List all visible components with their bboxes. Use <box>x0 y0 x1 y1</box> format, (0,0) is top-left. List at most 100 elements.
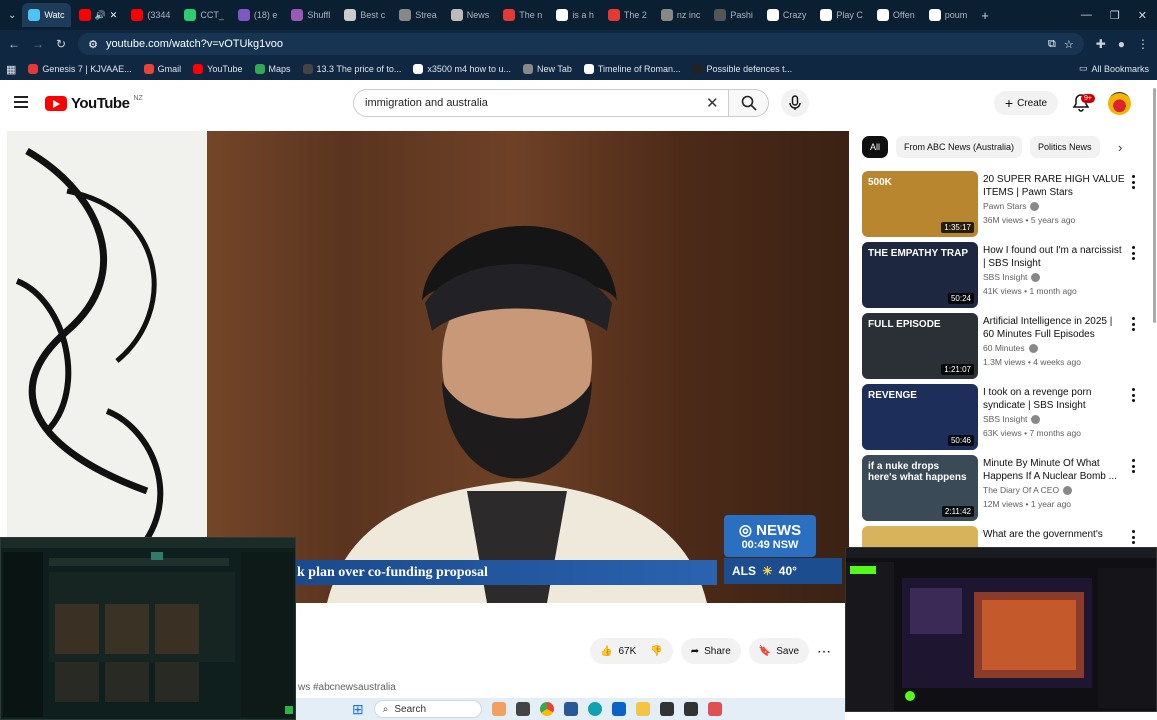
video-thumbnail[interactable]: if a nuke drops here's what happens 2:11:… <box>862 455 978 521</box>
recommended-video[interactable]: if a nuke drops here's what happens 2:11:… <box>862 455 1152 521</box>
bookmark-item[interactable]: New Tab <box>522 64 572 74</box>
more-options-icon[interactable] <box>1130 459 1136 473</box>
video-title[interactable]: What are the government's <box>983 528 1125 541</box>
tab[interactable]: Crazy <box>761 3 813 27</box>
filter-chip[interactable]: Politics News <box>1030 136 1100 158</box>
account-avatar[interactable] <box>1108 92 1131 115</box>
apps-grid-icon[interactable]: ▦ <box>6 63 16 76</box>
maximize-icon[interactable]: ❐ <box>1110 9 1120 22</box>
recording-app-icon[interactable] <box>707 702 722 716</box>
tab[interactable]: Strea <box>393 3 443 27</box>
tab[interactable]: News <box>445 3 496 27</box>
video-thumbnail[interactable]: 500K 1:35:17 <box>862 171 978 237</box>
windows-start-icon[interactable]: ⊞ <box>352 701 364 718</box>
channel-name[interactable]: 60 Minutes <box>983 343 1025 353</box>
tab[interactable]: (18) e <box>232 3 284 27</box>
tab[interactable]: is a h <box>550 3 600 27</box>
bookmark-item[interactable]: YouTube <box>193 64 243 74</box>
tab[interactable]: Pashi <box>708 3 759 27</box>
tab-menu-icon[interactable]: ⌄ <box>4 10 20 21</box>
filter-chip[interactable]: From ABC News (Australia) <box>896 136 1023 158</box>
tab[interactable]: Play C <box>814 3 869 27</box>
speaker-icon[interactable]: 🔊 <box>95 10 106 21</box>
tab[interactable]: nz inc <box>655 3 707 27</box>
video-thumbnail[interactable]: REVENGE 50:46 <box>862 384 978 450</box>
tab-active[interactable]: Watc <box>22 3 71 27</box>
search-input[interactable]: immigration and australia <box>353 89 729 117</box>
video-title[interactable]: I took on a revenge porn syndicate | SBS… <box>983 386 1125 412</box>
tab[interactable]: Shuffl <box>285 3 336 27</box>
filter-chip[interactable]: All <box>862 136 889 158</box>
video-thumbnail[interactable]: THE EMPATHY TRAP 50:24 <box>862 242 978 308</box>
omnibox[interactable]: ⚙ youtube.com/watch?v=vOTUkg1voo ⧉ ☆ <box>78 33 1084 55</box>
tab[interactable]: Offen <box>871 3 921 27</box>
voice-search-button[interactable] <box>781 89 809 117</box>
video-title[interactable]: 20 SUPER RARE HIGH VALUE ITEMS | Pawn St… <box>983 173 1125 199</box>
tab-youtube-2[interactable]: (3344 <box>125 3 176 27</box>
page-scrollbar[interactable] <box>1153 88 1156 323</box>
tab-youtube-muted[interactable]: 🔊 ✕ <box>73 3 124 27</box>
channel-name[interactable]: Pawn Stars <box>983 201 1026 211</box>
tab[interactable]: CCT_ <box>178 3 230 27</box>
all-bookmarks[interactable]: ▭ All Bookmarks <box>1079 63 1149 74</box>
more-options-icon[interactable] <box>1130 175 1136 189</box>
profile-icon[interactable]: ● <box>1118 37 1125 51</box>
tab[interactable]: poum <box>923 3 974 27</box>
outlook-icon[interactable] <box>611 702 626 716</box>
edge-icon[interactable] <box>587 702 602 716</box>
recommended-video[interactable]: 500K 1:35:17 20 SUPER RARE HIGH VALUE ITEM… <box>862 171 1152 237</box>
like-button[interactable]: 👍 67K <box>600 646 636 657</box>
channel-name[interactable]: SBS Insight <box>983 272 1027 282</box>
file-explorer-icon[interactable] <box>635 702 650 716</box>
channel-name[interactable]: The Diary Of A CEO <box>983 485 1059 495</box>
bookmark-star-icon[interactable]: ☆ <box>1064 38 1074 51</box>
chevron-right-icon[interactable]: › <box>1118 140 1122 155</box>
extensions-icon[interactable]: ✚ <box>1096 37 1106 51</box>
site-info-icon[interactable]: ⚙ <box>88 38 98 51</box>
forward-icon[interactable]: → <box>32 37 44 51</box>
install-app-icon[interactable]: ⧉ <box>1048 38 1056 51</box>
bookmark-item[interactable]: Maps <box>254 64 291 74</box>
share-button[interactable]: ➦ Share <box>680 638 741 664</box>
tab[interactable]: Best c <box>338 3 391 27</box>
more-options-icon[interactable] <box>1130 317 1136 331</box>
bookmark-item[interactable]: Possible defences t... <box>692 64 792 74</box>
app-icon[interactable] <box>563 702 578 716</box>
calculator-icon[interactable] <box>659 702 674 716</box>
minimize-icon[interactable]: — <box>1081 9 1092 21</box>
search-button[interactable] <box>729 89 769 117</box>
taskbar-search[interactable]: ⌕ Search <box>373 700 482 718</box>
back-icon[interactable]: ← <box>8 37 20 51</box>
channel-name[interactable]: SBS Insight <box>983 414 1027 424</box>
clear-search-icon[interactable]: ✕ <box>706 94 719 112</box>
youtube-logo[interactable]: YouTube NZ <box>45 95 143 112</box>
recommended-video[interactable]: REVENGE 50:46 I took on a revenge porn syn… <box>862 384 1152 450</box>
reload-icon[interactable]: ↻ <box>56 37 66 51</box>
tab[interactable]: The n <box>497 3 548 27</box>
guide-menu-icon[interactable] <box>14 96 28 108</box>
dislike-button[interactable]: 👎 <box>650 646 662 657</box>
bookmark-item[interactable]: 13.3 The price of to... <box>302 64 401 74</box>
save-button[interactable]: 🔖 Save <box>748 638 810 664</box>
bookmark-item[interactable]: Gmail <box>143 64 181 74</box>
overlay-window-left[interactable] <box>0 537 296 720</box>
video-title[interactable]: Minute By Minute Of What Happens If A Nu… <box>983 457 1125 483</box>
close-window-icon[interactable]: ✕ <box>1138 9 1147 22</box>
bookmark-item[interactable]: x3500 m4 how to u... <box>413 64 511 74</box>
widgets-icon[interactable] <box>491 702 506 716</box>
bookmark-item[interactable]: Genesis 7 | KJVAAE... <box>28 64 132 74</box>
media-app-icon[interactable] <box>683 702 698 716</box>
more-actions-icon[interactable]: ⋯ <box>817 643 831 660</box>
create-button[interactable]: + Create <box>994 91 1058 115</box>
video-title[interactable]: How I found out I'm a narcissist | SBS I… <box>983 244 1125 270</box>
overlay-window-right[interactable] <box>845 547 1157 712</box>
tab[interactable]: The 2 <box>602 3 653 27</box>
new-tab-icon[interactable]: + <box>975 8 995 23</box>
recommended-video[interactable]: THE EMPATHY TRAP 50:24 How I found out I'm… <box>862 242 1152 308</box>
close-tab-icon[interactable]: ✕ <box>110 10 118 21</box>
more-options-icon[interactable] <box>1130 388 1136 402</box>
more-options-icon[interactable] <box>1130 246 1136 260</box>
bookmark-item[interactable]: Timeline of Roman... <box>583 64 681 74</box>
recommended-video[interactable]: FULL EPISODE 1:21:07 Artificial Intelligen… <box>862 313 1152 379</box>
video-player[interactable]: k plan over co-funding proposal ◎ NEWS 0… <box>7 131 849 603</box>
